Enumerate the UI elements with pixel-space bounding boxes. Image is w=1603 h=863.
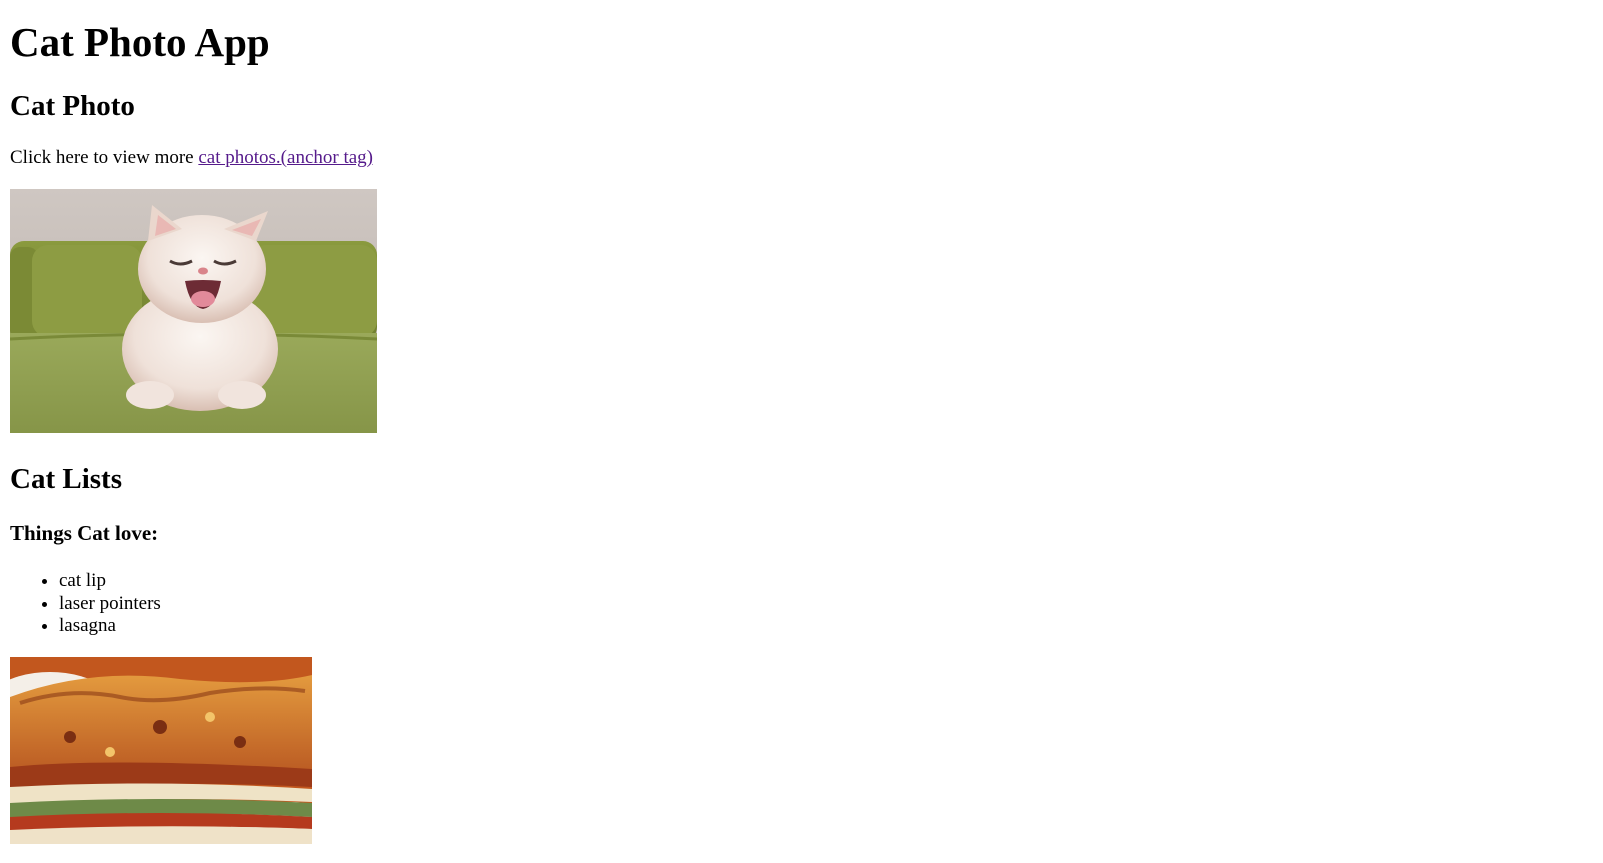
cat-lists-heading: Cat Lists: [10, 463, 122, 495]
things-cat-love-heading: Things Cat love:: [10, 521, 159, 545]
list-item: lasagna: [59, 615, 161, 638]
intro-text: Click here to view more: [10, 147, 199, 168]
list-item: cat lip: [59, 570, 161, 593]
intro-paragraph: Click here to view more cat photos.(anch…: [10, 146, 373, 170]
page-title: Cat Photo App: [10, 19, 270, 65]
cat-photo-heading: Cat Photo: [10, 90, 135, 122]
cat-love-list: cat lip laser pointers lasagna: [10, 570, 161, 638]
lasagna-image: [10, 657, 312, 844]
cat-photo-image[interactable]: [10, 189, 377, 433]
page: Cat Photo App Cat Photo Click here to vi…: [0, 0, 1603, 863]
list-item: laser pointers: [59, 593, 161, 616]
cat-photos-link[interactable]: cat photos.(anchor tag): [198, 147, 373, 168]
